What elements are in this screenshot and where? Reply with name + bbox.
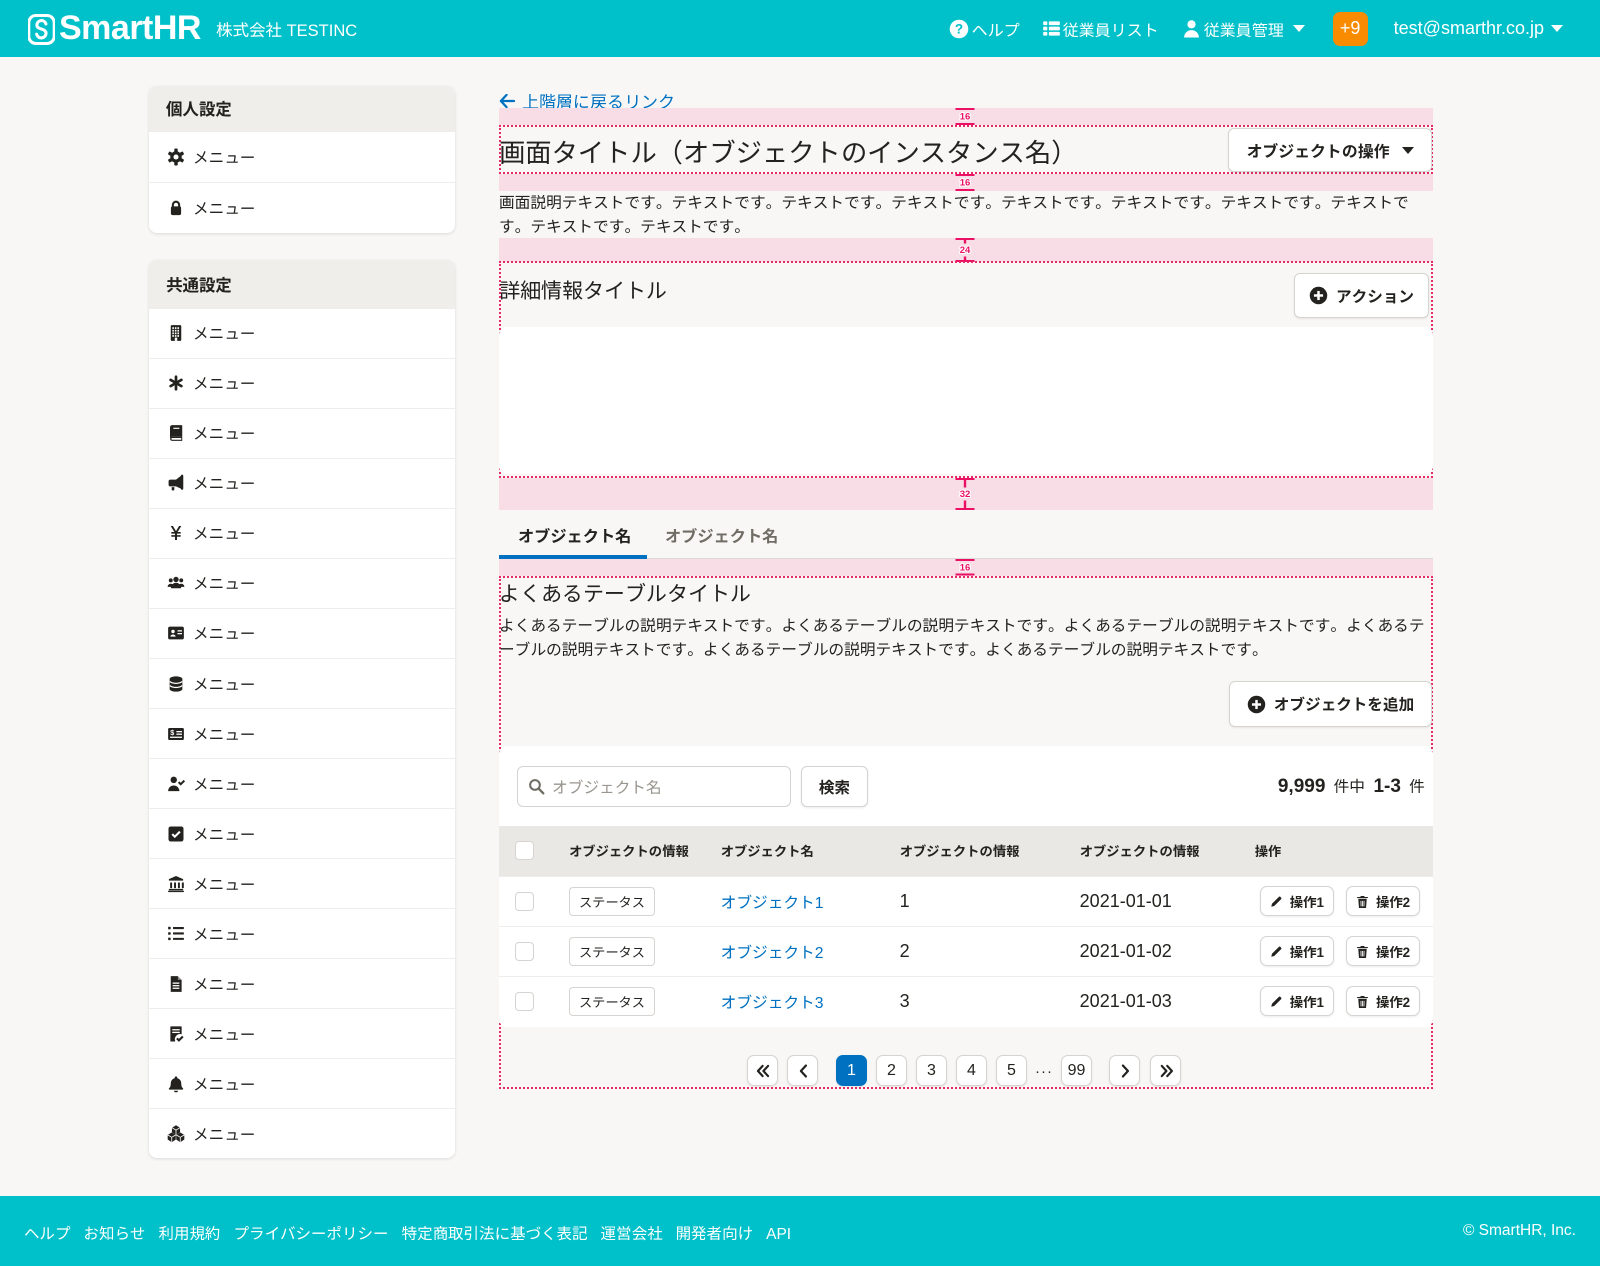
svg-text:$: $ [170,729,174,737]
svg-text:?: ? [955,21,963,36]
svg-text:24: 24 [960,245,971,256]
svg-text:32: 32 [960,489,971,500]
svg-text:16: 16 [960,177,971,188]
svg-text:16: 16 [960,111,971,122]
svg-text:16: 16 [960,562,971,573]
